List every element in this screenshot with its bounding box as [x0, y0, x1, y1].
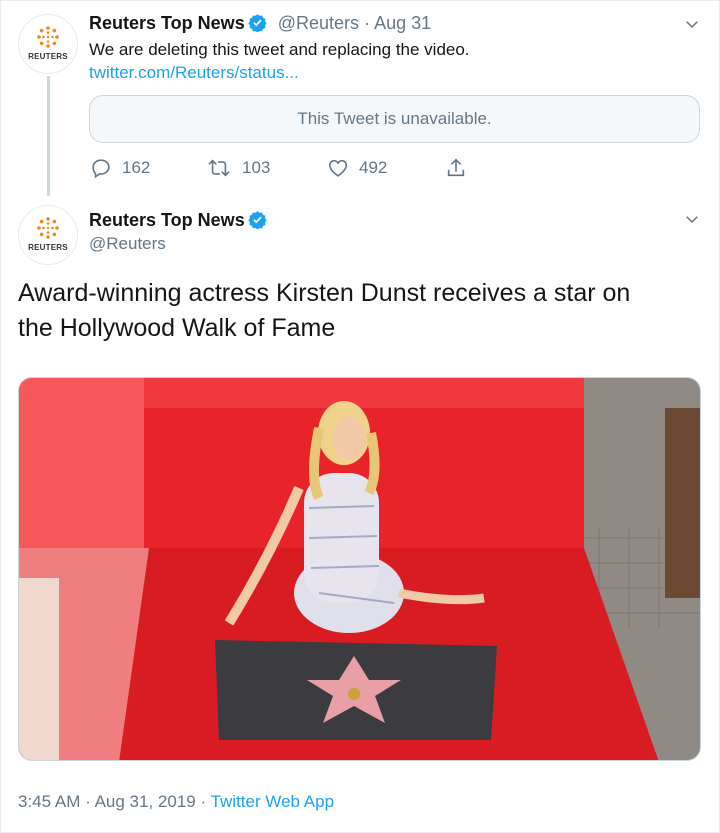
- like-icon: [328, 159, 348, 177]
- quoted-tweet-unavailable[interactable]: This Tweet is unavailable.: [89, 95, 700, 143]
- tweet2-text: Award-winning actress Kirsten Dunst rece…: [18, 276, 708, 346]
- tweet2-text-line2: the Hollywood Walk of Fame: [18, 314, 336, 342]
- tweet-full-date[interactable]: Aug 31, 2019: [95, 792, 196, 811]
- author-handle[interactable]: @Reuters: [278, 13, 359, 33]
- tweet1-link[interactable]: twitter.com/Reuters/status...: [89, 63, 299, 83]
- share-button[interactable]: [445, 155, 477, 181]
- retweet-icon: [208, 159, 230, 177]
- tweet1-header: Reuters Top News @Reuters · Aug 31: [89, 13, 431, 34]
- reuters-avatar[interactable]: REUTERS: [18, 205, 78, 265]
- tweet-time[interactable]: 3:45 AM: [18, 792, 80, 811]
- author-handle[interactable]: @Reuters: [89, 234, 166, 254]
- avatar-wordmark: REUTERS: [28, 243, 68, 252]
- avatar-wordmark: REUTERS: [28, 52, 68, 61]
- reuters-logo-icon: [37, 26, 59, 48]
- tweet-footer: 3:45 AM · Aug 31, 2019 · Twitter Web App: [18, 792, 334, 812]
- verified-badge-icon: [248, 211, 267, 229]
- separator-dot: ·: [364, 13, 371, 33]
- video-thumbnail[interactable]: [18, 377, 701, 761]
- source-app-link[interactable]: Twitter Web App: [211, 792, 334, 811]
- like-button[interactable]: 492: [327, 155, 387, 181]
- tweet2-header: Reuters Top News: [89, 210, 267, 231]
- separator-dot: ·: [85, 792, 91, 811]
- author-name[interactable]: Reuters Top News: [89, 210, 245, 230]
- share-icon: [447, 158, 465, 177]
- reply-icon: [92, 159, 110, 179]
- retweet-count: 103: [242, 158, 271, 177]
- reuters-logo-icon: [37, 217, 59, 239]
- tweet2-text-line1: Award-winning actress Kirsten Dunst rece…: [18, 279, 631, 307]
- tweet-date[interactable]: Aug 31: [374, 13, 431, 33]
- retweet-button[interactable]: 103: [206, 155, 270, 181]
- reuters-avatar[interactable]: REUTERS: [18, 14, 78, 74]
- separator-dot: ·: [200, 792, 207, 811]
- chevron-down-icon[interactable]: [683, 210, 701, 228]
- tweet1-text: We are deleting this tweet and replacing…: [89, 40, 470, 59]
- verified-badge-icon: [248, 14, 267, 32]
- reply-button[interactable]: 162: [90, 155, 150, 181]
- walk-of-fame-photo: [19, 378, 700, 760]
- reply-count: 162: [122, 158, 151, 177]
- chevron-down-icon[interactable]: [683, 15, 701, 33]
- thread-connector: [47, 76, 50, 196]
- author-name[interactable]: Reuters Top News: [89, 13, 245, 33]
- like-count: 492: [359, 158, 388, 177]
- unavailable-message: This Tweet is unavailable.: [297, 109, 492, 128]
